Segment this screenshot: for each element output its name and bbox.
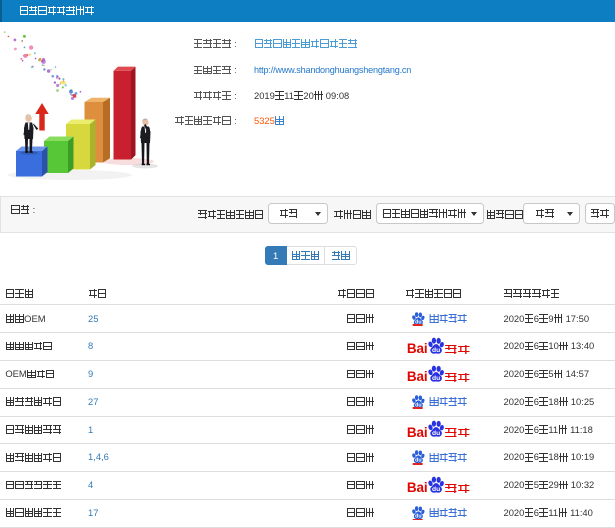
svg-text:du: du [432, 430, 440, 437]
svg-text:du: du [432, 374, 440, 381]
svg-text:du: du [432, 347, 440, 354]
svg-text:du: du [432, 486, 440, 493]
